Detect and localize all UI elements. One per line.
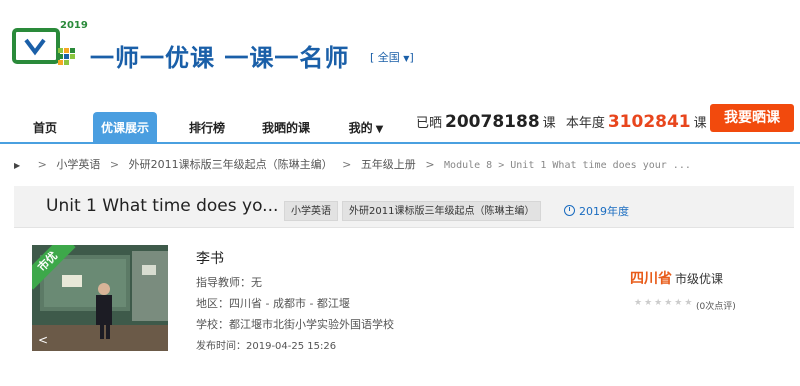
site-slogan: 一师一优课 一课一名师: [90, 44, 350, 72]
edition-tag[interactable]: 外研2011课标版三年级起点（陈琳主编）: [342, 201, 542, 221]
logo-year: 2019: [60, 20, 88, 31]
region-selector[interactable]: [ 全国 ▼]: [370, 49, 414, 65]
tab-home[interactable]: 首页: [22, 112, 68, 144]
share-lesson-button[interactable]: 我要晒课: [710, 104, 794, 132]
breadcrumb-separator: >: [109, 158, 120, 171]
year-count: 3102841: [607, 112, 691, 132]
dropdown-icon: ▼: [375, 124, 384, 135]
province-label: 四川省: [630, 271, 672, 287]
caret-down-icon: ▼: [403, 54, 410, 63]
course-year-label: 2019年度: [579, 205, 629, 218]
clock-icon: [564, 205, 575, 216]
level-label: 市级优课: [675, 272, 724, 286]
course-thumbnail[interactable]: 市优 <: [32, 245, 168, 351]
rating-block: 四川省 市级优课 ★★★★★★ (0次点评): [630, 268, 760, 312]
course-title-bar: Unit 1 What time does yo... 小学英语 外研2011课…: [14, 186, 794, 228]
breadcrumb-current: Module 8 > Unit 1 What time does your ..…: [444, 160, 691, 171]
advisor-info: 指导教师：无: [196, 276, 262, 289]
publish-time: 发布时间：2019-04-25 15:26: [196, 341, 337, 352]
site-header: 2019 一师一优课 一课一名师 [ 全国 ▼]: [0, 0, 800, 100]
breadcrumb-separator: >: [342, 158, 352, 171]
tab-mine[interactable]: 我的 ▼: [338, 112, 394, 144]
tab-rankings[interactable]: 排行榜: [180, 112, 234, 144]
region-label: 全国: [377, 51, 400, 64]
subject-tag[interactable]: 小学英语: [284, 201, 338, 221]
region-info: 地区：四川省 - 成都市 - 都江堰: [196, 297, 350, 310]
year-unit: 课: [693, 116, 707, 131]
review-count[interactable]: (0次点评): [696, 299, 736, 312]
breadcrumb-item-subject[interactable]: 小学英语: [56, 158, 100, 171]
breadcrumb: ▶ > 小学英语 > 外研2011课标版三年级起点（陈琳主编） > 五年级上册 …: [14, 156, 794, 176]
shared-count: 20078188: [445, 112, 540, 132]
tab-showcase[interactable]: 优课展示: [93, 112, 157, 144]
breadcrumb-separator: >: [425, 158, 435, 171]
tab-mine-label: 我的: [348, 121, 373, 135]
shared-unit: 课: [542, 116, 556, 131]
breadcrumb-separator: >: [37, 158, 47, 171]
course-year: 2019年度: [564, 203, 629, 219]
breadcrumb-item-grade[interactable]: 五年级上册: [361, 158, 416, 171]
share-icon[interactable]: <: [38, 333, 48, 347]
teacher-name[interactable]: 李书: [196, 248, 224, 268]
tab-my-shared[interactable]: 我晒的课: [254, 112, 318, 144]
course-title[interactable]: Unit 1 What time does yo...: [46, 196, 278, 216]
star-rating: ★★★★★★: [634, 298, 695, 308]
year-label: 本年度: [565, 116, 605, 131]
shared-label: 已晒: [416, 116, 443, 131]
breadcrumb-item-edition[interactable]: 外研2011课标版三年级起点（陈琳主编）: [129, 158, 333, 171]
share-stats: 已晒 20078188 课 本年度 3102841 课: [416, 110, 707, 134]
breadcrumb-arrow-icon: ▶: [14, 161, 21, 170]
school-info: 学校：都江堰市北街小学实验外国语学校: [196, 318, 394, 331]
